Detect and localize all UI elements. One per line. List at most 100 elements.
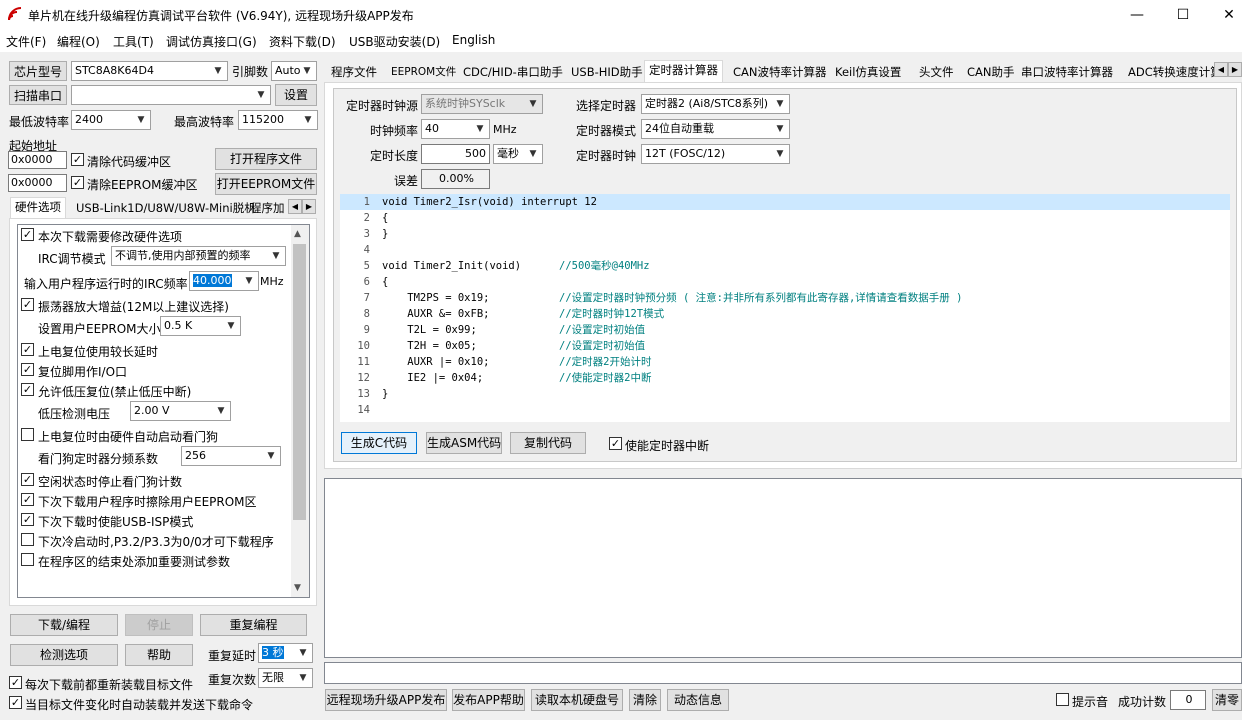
tab-program-file[interactable]: 程序文件 [327, 63, 381, 83]
option-test-params-checkbox[interactable] [21, 553, 34, 566]
tab-adc-speed[interactable]: ADC转换速度计算 [1124, 63, 1214, 83]
generate-asm-button[interactable]: 生成ASM代码 [426, 432, 502, 454]
clear-eeprom-checkbox[interactable]: ✓ [71, 176, 84, 189]
read-disk-id-button[interactable]: 读取本机硬盘号 [531, 689, 623, 711]
chip-model-select[interactable]: STC8A8K64D4 ▼ [71, 61, 228, 81]
menu-download[interactable]: 资料下载(D) [269, 33, 336, 50]
max-baud-select[interactable]: 115200 ▼ [238, 110, 318, 130]
tab-scroll-right-icon[interactable]: ▶ [1228, 62, 1242, 77]
option-osc-gain-checkbox[interactable]: ✓ [21, 298, 34, 311]
close-button[interactable]: ✕ [1206, 0, 1242, 30]
reload-each-checkbox[interactable]: ✓ [9, 676, 22, 689]
tab-cdc-hid[interactable]: CDC/HID-串口助手 [459, 63, 567, 83]
clock-source-select[interactable]: 系统时钟SYSclk ▼ [421, 94, 543, 114]
chevron-down-icon: ▼ [776, 124, 784, 134]
code-comment: //定时器2开始计时 [559, 356, 652, 368]
option-idle-stop-wdt-checkbox[interactable]: ✓ [21, 473, 34, 486]
menu-english[interactable]: English [452, 33, 495, 47]
tab-scroll-left-icon[interactable]: ◀ [1214, 62, 1228, 77]
tab-scroll-right-icon[interactable]: ▶ [302, 199, 316, 214]
repeat-program-button[interactable]: 重复编程 [200, 614, 307, 636]
tab-scroll-left-icon[interactable]: ◀ [288, 199, 302, 214]
beep-checkbox[interactable] [1056, 693, 1069, 706]
wdt-divider-select[interactable]: 256 ▼ [181, 446, 281, 466]
option-erase-eeprom-checkbox[interactable]: ✓ [21, 493, 34, 506]
chevron-down-icon: ▼ [245, 276, 253, 286]
tab-usb-hid[interactable]: USB-HID助手 [567, 63, 647, 83]
timer-mode-value: 24位自动重载 [645, 122, 714, 135]
stop-button[interactable]: 停止 [125, 614, 193, 636]
port-select[interactable]: ▼ [71, 85, 271, 105]
menu-tools[interactable]: 工具(T) [113, 33, 154, 50]
tab-hardware-options[interactable]: 硬件选项 [10, 197, 66, 219]
code-address-input[interactable]: 0x0000 [8, 151, 67, 169]
tab-header-file[interactable]: 头文件 [915, 63, 958, 83]
reset-count-button[interactable]: 清零 [1212, 689, 1242, 711]
option-auto-wdt-checkbox[interactable] [21, 428, 34, 441]
option-usb-isp-checkbox[interactable]: ✓ [21, 513, 34, 526]
menu-debug[interactable]: 调试仿真接口(G) [166, 33, 257, 50]
low-voltage-select[interactable]: 2.00 V ▼ [130, 401, 231, 421]
chip-model-label[interactable]: 芯片型号 [9, 61, 67, 81]
option-cold-start-checkbox[interactable] [21, 533, 34, 546]
scan-port-button[interactable]: 扫描串口 [9, 85, 67, 105]
eeprom-address-input[interactable]: 0x0000 [8, 174, 67, 192]
chevron-down-icon: ▼ [257, 90, 265, 100]
copy-code-button[interactable]: 复制代码 [510, 432, 586, 454]
irc-mode-select[interactable]: 不调节,使用内部预置的频率 ▼ [111, 246, 286, 266]
scroll-down-icon[interactable]: ▼ [294, 583, 301, 593]
help-button[interactable]: 帮助 [125, 644, 193, 666]
publish-help-button[interactable]: 发布APP帮助 [452, 689, 525, 711]
timer-unit-select[interactable]: 毫秒 ▼ [493, 144, 543, 164]
dynamic-info-button[interactable]: 动态信息 [667, 689, 729, 711]
open-program-file-button[interactable]: 打开程序文件 [215, 148, 317, 170]
tab-usb-link[interactable]: USB-Link1D/U8W/U8W-Mini脱机 [72, 199, 260, 219]
code-line: T2L = 0x99; //设置定时初始值 [382, 324, 646, 336]
tab-can-helper[interactable]: CAN助手 [963, 63, 1019, 83]
tab-can-baud[interactable]: CAN波特率计算器 [729, 63, 831, 83]
timer-mode-select[interactable]: 24位自动重载 ▼ [641, 119, 790, 139]
check-options-button[interactable]: 检测选项 [10, 644, 118, 666]
timer-length-input[interactable]: 500 [421, 144, 490, 164]
code-editor[interactable]: 1 void Timer2_Isr(void) interrupt 12 2 { 3… [340, 194, 1230, 422]
tab-program-encrypt[interactable]: 程序加 [246, 199, 289, 219]
tab-timer-calculator[interactable]: 定时器计算器 [644, 60, 723, 83]
tab-uart-baud[interactable]: 串口波特率计算器 [1017, 63, 1117, 83]
repeat-count-select[interactable]: 无限 ▼ [258, 668, 313, 688]
output-log[interactable] [324, 478, 1242, 658]
menu-program[interactable]: 编程(O) [57, 33, 100, 50]
minimize-button[interactable]: — [1114, 0, 1160, 30]
scroll-up-icon[interactable]: ▲ [294, 229, 301, 239]
auto-reload-checkbox[interactable]: ✓ [9, 696, 22, 709]
pin-count-select[interactable]: Auto ▼ [271, 61, 317, 81]
chevron-down-icon: ▼ [304, 115, 312, 125]
eeprom-size-select[interactable]: 0.5 K ▼ [160, 316, 241, 336]
option-osc-gain-label: 振荡器放大增益(12M以上建议选择) [38, 300, 229, 314]
options-scroll-thumb[interactable] [293, 244, 306, 520]
option-modify-hw-checkbox[interactable]: ✓ [21, 228, 34, 241]
repeat-delay-select[interactable]: 3 秒 ▼ [258, 643, 313, 663]
clear-button[interactable]: 清除 [629, 689, 661, 711]
line-number: 8 [363, 308, 370, 320]
clear-code-checkbox[interactable]: ✓ [71, 153, 84, 166]
menu-usb-driver[interactable]: USB驱动安装(D) [349, 33, 440, 50]
min-baud-select[interactable]: 2400 ▼ [71, 110, 151, 130]
option-long-delay-checkbox[interactable]: ✓ [21, 343, 34, 356]
menu-file[interactable]: 文件(F) [6, 33, 46, 50]
chevron-down-icon: ▼ [299, 673, 307, 683]
remote-publish-button[interactable]: 远程现场升级APP发布 [325, 689, 447, 711]
clock-freq-select[interactable]: 40 ▼ [421, 119, 490, 139]
option-reset-io-checkbox[interactable]: ✓ [21, 363, 34, 376]
option-low-voltage-reset-checkbox[interactable]: ✓ [21, 383, 34, 396]
enable-interrupt-checkbox[interactable]: ✓ [609, 437, 622, 450]
tab-eeprom-file[interactable]: EEPROM文件 [387, 63, 460, 83]
maximize-button[interactable]: ☐ [1160, 0, 1206, 30]
tab-keil-sim[interactable]: Keil仿真设置 [831, 63, 905, 83]
open-eeprom-file-button[interactable]: 打开EEPROM文件 [215, 173, 317, 195]
select-timer-select[interactable]: 定时器2 (Ai8/STC8系列) ▼ [641, 94, 790, 114]
irc-freq-select[interactable]: 40.000 ▼ [189, 271, 259, 291]
download-program-button[interactable]: 下载/编程 [10, 614, 118, 636]
settings-button[interactable]: 设置 [275, 84, 317, 106]
timer-clock-select[interactable]: 12T (FOSC/12) ▼ [641, 144, 790, 164]
generate-c-button[interactable]: 生成C代码 [341, 432, 417, 454]
